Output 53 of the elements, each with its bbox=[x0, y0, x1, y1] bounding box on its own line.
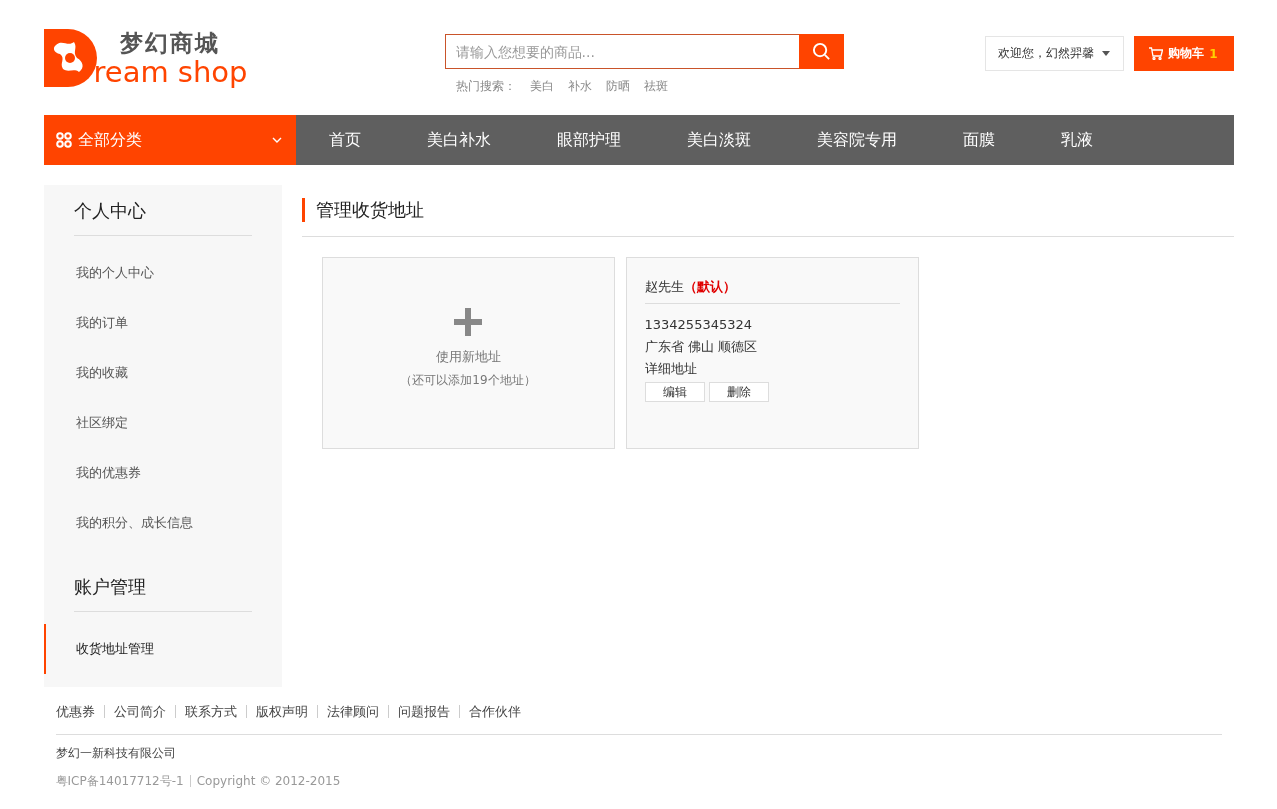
sidebar-section-title: 个人中心 bbox=[73, 185, 252, 236]
plus-icon bbox=[454, 308, 482, 336]
logo-title: 梦幻商城 bbox=[119, 29, 221, 57]
hot-search-link[interactable]: 补水 bbox=[567, 78, 592, 95]
grid-icon bbox=[55, 132, 72, 148]
new-address-card[interactable]: 使用新地址 （还可以添加19个地址） bbox=[321, 257, 615, 449]
new-address-label: 使用新地址 bbox=[435, 348, 501, 366]
address-action-button[interactable]: 编辑 bbox=[644, 382, 705, 402]
caret-icon bbox=[1102, 51, 1110, 56]
page-title: 管理收货地址 bbox=[301, 198, 1234, 222]
hot-search-link[interactable]: 防晒 bbox=[605, 78, 630, 95]
hot-search-label: 热门搜索： bbox=[455, 78, 516, 95]
nav-link[interactable]: 美白补水 bbox=[393, 115, 524, 165]
address-phone: 1334255345324 bbox=[644, 316, 754, 334]
cart-icon bbox=[1149, 47, 1164, 60]
footer-link[interactable]: 公司简介 bbox=[103, 705, 175, 718]
new-address-note: （还可以添加19个地址） bbox=[400, 372, 536, 389]
sidebar-item[interactable]: 收货地址管理 bbox=[43, 624, 282, 674]
address-action-button[interactable]: 删除 bbox=[708, 382, 769, 402]
sidebar-item[interactable]: 我的收藏 bbox=[43, 348, 282, 398]
sidebar-item[interactable]: 社区绑定 bbox=[43, 398, 282, 448]
chevron-down-icon bbox=[271, 137, 282, 143]
sidebar-item[interactable]: 我的积分、成长信息 bbox=[43, 498, 282, 548]
footer-link[interactable]: 版权声明 bbox=[245, 705, 317, 718]
nav-link[interactable]: 面膜 bbox=[929, 115, 1028, 165]
nav-link[interactable]: 首页 bbox=[295, 115, 394, 165]
search-button[interactable] bbox=[798, 34, 844, 69]
address-detail: 详细地址 bbox=[644, 360, 698, 378]
nav-link[interactable]: 美白淡斑 bbox=[653, 115, 784, 165]
footer-link[interactable]: 法律顾问 bbox=[316, 705, 388, 718]
copyright: Copyright © 2012-2015 bbox=[195, 774, 341, 788]
sidebar-item[interactable]: 我的优惠券 bbox=[43, 448, 282, 498]
footer-link[interactable]: 联系方式 bbox=[174, 705, 246, 718]
icp-number: 粤ICP备14017712号-1 bbox=[55, 775, 191, 787]
address-region: 广东省 佛山 顺德区 bbox=[644, 338, 758, 356]
sidebar-item[interactable]: 我的订单 bbox=[43, 298, 282, 348]
logo-icon bbox=[43, 29, 98, 87]
footer-link[interactable]: 问题报告 bbox=[387, 705, 459, 718]
user-menu[interactable]: 欢迎您，幻然羿馨 bbox=[984, 36, 1124, 71]
footer-link[interactable]: 优惠券 bbox=[55, 705, 104, 718]
hot-search-link[interactable]: 美白 bbox=[529, 78, 554, 95]
search-field[interactable]: 请输入您想要的商品... bbox=[444, 34, 799, 69]
nav-link[interactable]: 眼部护理 bbox=[523, 115, 654, 165]
sidebar-section-title: 账户管理 bbox=[73, 561, 252, 612]
search-icon bbox=[811, 42, 831, 61]
footer-link[interactable]: 合作伙伴 bbox=[458, 705, 530, 718]
sidebar-item[interactable]: 我的个人中心 bbox=[43, 248, 282, 298]
address-name: 赵先生（默认） bbox=[644, 278, 900, 304]
company-name: 梦幻一新科技有限公司 bbox=[55, 745, 177, 762]
nav-link[interactable]: 美容院专用 bbox=[783, 115, 930, 165]
logo-subtitle: ream shop bbox=[93, 57, 248, 87]
hot-search-link[interactable]: 祛斑 bbox=[643, 78, 668, 95]
nav-link[interactable]: 乳液 bbox=[1027, 115, 1126, 165]
